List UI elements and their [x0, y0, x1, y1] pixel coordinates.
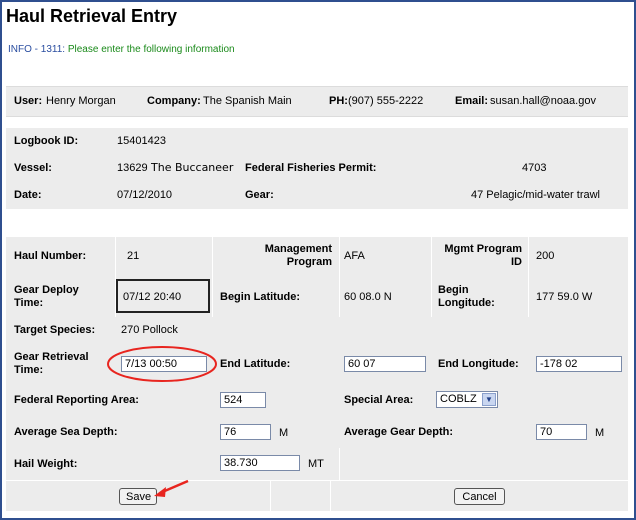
- info-code: INFO - 1311:: [8, 44, 66, 55]
- date-value: 07/12/2010: [117, 189, 173, 201]
- logbook-value: 15401423: [117, 135, 166, 147]
- company-label: Company:: [147, 95, 201, 107]
- mgmt-program-label-2: Program: [286, 256, 332, 268]
- info-text: Please enter the following information: [67, 44, 235, 55]
- vessel-label: Vessel:: [14, 162, 52, 174]
- logbook-label: Logbook ID:: [14, 135, 79, 147]
- hail-weight-row: Hail Weight: MT: [6, 448, 628, 481]
- special-area-value: COBLZ: [440, 393, 477, 405]
- mgmt-id-label-1: Mgmt Program: [444, 243, 522, 255]
- hail-weight-unit: MT: [308, 458, 324, 470]
- date-row: Date: 07/12/2010 Gear: 47 Pelagic/mid-wa…: [6, 182, 628, 210]
- target-row: Target Species: 270 Pollock: [6, 317, 628, 345]
- mgmt-id-value: 200: [536, 250, 555, 262]
- logbook-row: Logbook ID: 15401423: [6, 128, 628, 156]
- company-value: The Spanish Main: [203, 95, 292, 107]
- retrieval-row: Gear Retrieval Time: End Latitude: End L…: [6, 344, 628, 385]
- end-lon-label: End Longitude:: [438, 358, 519, 370]
- sea-depth-input[interactable]: [220, 424, 271, 440]
- email-value: susan.hall@noaa.gov: [490, 95, 596, 107]
- user-label: User:: [14, 95, 43, 107]
- mgmt-id-label-2: ID: [511, 256, 522, 268]
- vessel-name: The Buccaneer: [151, 161, 234, 174]
- gear-depth-input[interactable]: [536, 424, 587, 440]
- gear-depth-label: Average Gear Depth:: [344, 426, 454, 438]
- user-bar: User: Henry Morgan Company: The Spanish …: [6, 86, 628, 117]
- permit-value: 4703: [522, 162, 547, 174]
- permit-label: Federal Fisheries Permit:: [245, 162, 377, 174]
- sea-depth-label: Average Sea Depth:: [14, 426, 118, 438]
- hail-weight-label: Hail Weight:: [14, 458, 78, 470]
- begin-lat-value: 60 08.0 N: [344, 291, 392, 303]
- begin-lon-label-1: Begin: [438, 284, 469, 296]
- end-latitude-input[interactable]: [344, 356, 426, 372]
- vessel-id: 13629: [117, 162, 148, 174]
- end-longitude-input[interactable]: [536, 356, 622, 372]
- gear-depth-unit: M: [595, 427, 605, 439]
- mgmt-program-value: AFA: [344, 250, 365, 262]
- reporting-area-row: Federal Reporting Area: Special Area: CO…: [6, 384, 628, 417]
- target-value: 270 Pollock: [121, 324, 178, 336]
- save-button[interactable]: Save: [119, 488, 157, 505]
- target-label: Target Species:: [14, 324, 96, 336]
- fra-label: Federal Reporting Area:: [14, 394, 139, 406]
- chevron-down-icon[interactable]: ▼: [482, 393, 496, 406]
- reporting-area-input[interactable]: [220, 392, 266, 408]
- haul-number-value: 21: [127, 250, 140, 262]
- deploy-value: 07/12 20:40: [123, 291, 182, 303]
- user-value: Henry Morgan: [46, 95, 116, 107]
- date-label: Date:: [14, 189, 42, 201]
- begin-lon-value: 177 59.0 W: [536, 291, 593, 303]
- haul-number-label: Haul Number:: [14, 250, 87, 262]
- gear-value: 47 Pelagic/mid-water trawl: [471, 189, 600, 201]
- special-area-select[interactable]: COBLZ ▼: [436, 391, 498, 408]
- info-message: INFO - 1311: Please enter the following …: [8, 44, 235, 55]
- gear-label: Gear:: [245, 189, 274, 201]
- button-row: [6, 481, 628, 512]
- sea-depth-unit: M: [279, 427, 289, 439]
- haul-number-row: Haul Number: 21 Management Program AFA M…: [6, 237, 628, 278]
- begin-lat-label: Begin Latitude:: [220, 291, 301, 303]
- end-lat-label: End Latitude:: [220, 358, 291, 370]
- retrieval-label-1: Gear Retrieval: [14, 351, 89, 363]
- phone-value: (907) 555-2222: [348, 95, 424, 107]
- special-area-label: Special Area:: [344, 394, 414, 406]
- begin-lon-label-2: Longitude:: [438, 297, 495, 309]
- retrieval-label-2: Time:: [14, 364, 44, 376]
- depth-row: Average Sea Depth: M Average Gear Depth:…: [6, 416, 628, 449]
- deploy-label-2: Time:: [14, 297, 44, 309]
- hail-weight-input[interactable]: [220, 455, 300, 471]
- email-label: Email:: [455, 95, 489, 107]
- vessel-row: Vessel: 13629 The Buccaneer Federal Fish…: [6, 155, 628, 183]
- retrieval-time-input[interactable]: [121, 356, 207, 372]
- cancel-button[interactable]: Cancel: [454, 488, 505, 505]
- deploy-label-1: Gear Deploy: [14, 284, 79, 296]
- page-title: Haul Retrieval Entry: [6, 6, 178, 26]
- deploy-row: Gear Deploy Time: 07/12 20:40 Begin Lati…: [6, 277, 628, 318]
- mgmt-program-label-1: Management: [264, 243, 332, 255]
- phone-label: PH:: [329, 95, 348, 107]
